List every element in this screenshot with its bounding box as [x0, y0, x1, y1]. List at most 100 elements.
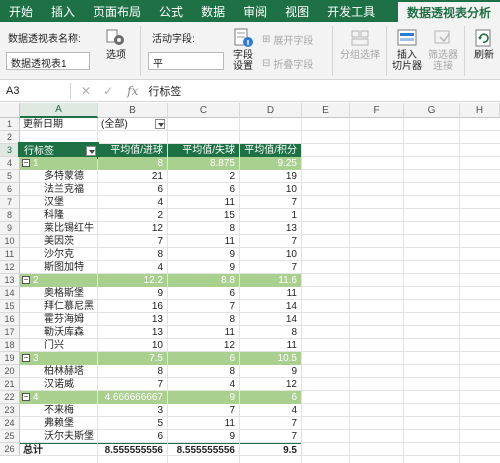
- value-cell-d[interactable]: 7: [240, 196, 301, 209]
- tab-1[interactable]: 插入: [42, 0, 84, 22]
- refresh-button[interactable]: 刷新: [470, 28, 498, 61]
- tab-2[interactable]: 页面布局: [84, 0, 150, 22]
- value-cell-d[interactable]: 6: [240, 391, 301, 404]
- value-cell-c[interactable]: 6: [168, 287, 239, 300]
- value-cell-d[interactable]: 4: [240, 404, 301, 417]
- value-cell-b[interactable]: 8: [98, 248, 167, 261]
- value-cell-b[interactable]: 8.555555556: [98, 443, 167, 456]
- value-cell-d[interactable]: 11: [240, 287, 301, 300]
- name-box[interactable]: A3: [4, 83, 66, 99]
- value-cell-b[interactable]: 13: [98, 313, 167, 326]
- row-header-9[interactable]: 9: [0, 222, 20, 235]
- value-cell-c[interactable]: 9: [168, 261, 239, 274]
- value-cell-c[interactable]: 4: [168, 378, 239, 391]
- filter-value-cell[interactable]: (全部): [98, 118, 167, 131]
- value-cell-c[interactable]: 8: [168, 313, 239, 326]
- grand-total-label[interactable]: 总计: [20, 443, 97, 456]
- function-icon[interactable]: fx: [127, 84, 138, 98]
- value-cell-d[interactable]: 7: [240, 417, 301, 430]
- value-cell-c[interactable]: 11: [168, 417, 239, 430]
- row-header-22[interactable]: 22: [0, 391, 20, 404]
- value-cell-b[interactable]: 7.5: [98, 352, 167, 365]
- value-cell-d[interactable]: 14: [240, 313, 301, 326]
- value-cell-c[interactable]: 6: [168, 183, 239, 196]
- value-cell-b[interactable]: 16: [98, 300, 167, 313]
- value-cell-b[interactable]: 21: [98, 170, 167, 183]
- group-label[interactable]: −4: [20, 391, 97, 404]
- expand-field-button[interactable]: ⊞ 展开字段: [262, 32, 313, 47]
- value-cell-b[interactable]: 4: [98, 196, 167, 209]
- pivot-header-1[interactable]: 平均值/进球: [98, 144, 167, 157]
- cancel-icon[interactable]: ✕: [81, 84, 91, 98]
- value-cell-c[interactable]: 6: [168, 352, 239, 365]
- value-cell-c[interactable]: 9: [168, 430, 239, 443]
- item-label[interactable]: 门兴: [20, 339, 97, 352]
- value-cell-b[interactable]: 12: [98, 222, 167, 235]
- options-button[interactable]: 选项: [102, 28, 130, 61]
- item-label[interactable]: 美因茨: [20, 235, 97, 248]
- value-cell-c[interactable]: 8.555555556: [168, 443, 239, 456]
- value-cell-b[interactable]: 7: [98, 235, 167, 248]
- item-label[interactable]: 奥格斯堡: [20, 287, 97, 300]
- item-label[interactable]: 沃尔夫斯堡: [20, 430, 97, 443]
- value-cell-b[interactable]: 8: [98, 157, 167, 170]
- value-cell-d[interactable]: 10.5: [240, 352, 301, 365]
- value-cell-d[interactable]: 13: [240, 222, 301, 235]
- value-cell-c[interactable]: 11: [168, 196, 239, 209]
- item-label[interactable]: 拜仁慕尼黑: [20, 300, 97, 313]
- column-header-G[interactable]: G: [404, 103, 460, 118]
- collapse-toggle-icon[interactable]: −: [22, 393, 30, 402]
- filter-label[interactable]: 更新日期: [20, 118, 97, 131]
- value-cell-d[interactable]: 9.25: [240, 157, 301, 170]
- row-header-10[interactable]: 10: [0, 235, 20, 248]
- value-cell-b[interactable]: 10: [98, 339, 167, 352]
- item-label[interactable]: 法兰克福: [20, 183, 97, 196]
- value-cell-d[interactable]: 9.5: [240, 443, 301, 456]
- row-header-1[interactable]: 1: [0, 118, 20, 131]
- select-all-corner[interactable]: [0, 103, 20, 118]
- value-cell-c[interactable]: 8.8: [168, 274, 239, 287]
- tab-6[interactable]: 视图: [276, 0, 318, 22]
- item-label[interactable]: 霍芬海姆: [20, 313, 97, 326]
- row-header-17[interactable]: 17: [0, 326, 20, 339]
- value-cell-b[interactable]: 6: [98, 430, 167, 443]
- row-header-23[interactable]: 23: [0, 404, 20, 417]
- pivot-header-2[interactable]: 平均值/失球: [168, 144, 239, 157]
- value-cell-d[interactable]: 8: [240, 326, 301, 339]
- collapse-toggle-icon[interactable]: −: [22, 159, 30, 168]
- column-header-E[interactable]: E: [302, 103, 350, 118]
- value-cell-c[interactable]: 9: [168, 248, 239, 261]
- value-cell-b[interactable]: 4: [98, 261, 167, 274]
- tab-8[interactable]: 数据透视表分析: [397, 2, 500, 22]
- pivot-header-row-labels[interactable]: 行标签: [18, 142, 99, 159]
- value-cell-c[interactable]: 7: [168, 300, 239, 313]
- value-cell-d[interactable]: 11: [240, 339, 301, 352]
- item-label[interactable]: 沙尔克: [20, 248, 97, 261]
- column-header-C[interactable]: C: [168, 103, 240, 118]
- value-cell-d[interactable]: 10: [240, 248, 301, 261]
- row-header-13[interactable]: 13: [0, 274, 20, 287]
- value-cell-c[interactable]: 2: [168, 170, 239, 183]
- row-header-7[interactable]: 7: [0, 196, 20, 209]
- tab-4[interactable]: 数据: [192, 0, 234, 22]
- group-label[interactable]: −1: [20, 157, 97, 170]
- value-cell-c[interactable]: 9: [168, 391, 239, 404]
- value-cell-c[interactable]: 8: [168, 222, 239, 235]
- collapse-toggle-icon[interactable]: −: [22, 354, 30, 363]
- row-header-26[interactable]: 26: [0, 443, 20, 456]
- filter-connections-button[interactable]: 筛选器 连接: [426, 28, 460, 72]
- value-cell-c[interactable]: 15: [168, 209, 239, 222]
- value-cell-b[interactable]: 9: [98, 287, 167, 300]
- value-cell-b[interactable]: 5: [98, 417, 167, 430]
- value-cell-b[interactable]: 3: [98, 404, 167, 417]
- column-header-D[interactable]: D: [240, 103, 302, 118]
- tab-7[interactable]: 开发工具: [318, 0, 384, 22]
- group-label[interactable]: −2: [20, 274, 97, 287]
- value-cell-c[interactable]: 8: [168, 365, 239, 378]
- row-header-20[interactable]: 20: [0, 365, 20, 378]
- confirm-icon[interactable]: ✓: [103, 84, 113, 98]
- value-cell-d[interactable]: 7: [240, 235, 301, 248]
- tab-5[interactable]: 审阅: [234, 0, 276, 22]
- collapse-field-button[interactable]: ⊟ 折叠字段: [262, 56, 313, 71]
- insert-slicer-button[interactable]: 插入 切片器: [390, 28, 424, 72]
